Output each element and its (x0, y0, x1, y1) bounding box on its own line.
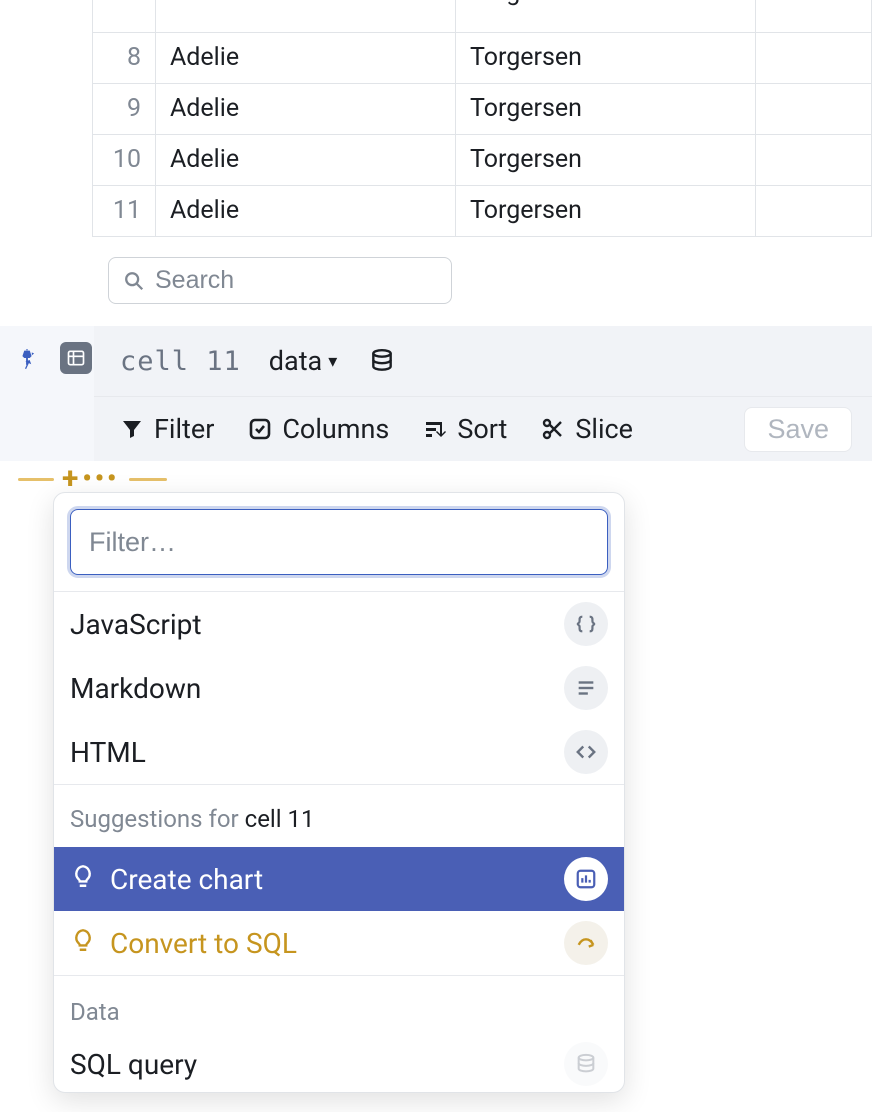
cell-island: Torgersen (456, 185, 756, 236)
table-row[interactable]: 11 Adelie Torgersen (93, 185, 872, 236)
more-icon[interactable]: ••• (82, 466, 119, 492)
table-row[interactable]: 10 Adelie Torgersen (93, 134, 872, 185)
add-cell-menu: JavaScript Markdown HTML Suggestions for… (53, 492, 625, 1093)
data-heading: Data (54, 976, 624, 1036)
cell-header: cell 11 data ▾ (94, 326, 872, 396)
cell-island: Torgersen (456, 134, 756, 185)
row-number: 7 (127, 0, 141, 7)
data-table: 7 Adelie Torgersen 8 Adelie Torgersen 9 … (92, 0, 872, 237)
cell-species: Adelie (170, 0, 239, 7)
row-number: 9 (93, 83, 156, 134)
filter-icon (120, 417, 144, 441)
sort-button[interactable]: Sort (423, 413, 507, 445)
search-icon (123, 270, 145, 292)
cell-species: Adelie (156, 134, 456, 185)
filter-button[interactable]: Filter (120, 413, 214, 445)
text-lines-icon (564, 666, 608, 710)
add-cell-line[interactable]: + ••• (0, 470, 872, 488)
save-button[interactable]: Save (744, 407, 852, 452)
slice-icon (541, 417, 565, 441)
table-cell-icon[interactable] (60, 342, 92, 374)
suggestion-create-chart[interactable]: Create chart (54, 847, 624, 911)
table-search[interactable] (108, 257, 452, 304)
slice-button[interactable]: Slice (541, 413, 633, 445)
columns-button[interactable]: Columns (248, 413, 389, 445)
cell-island: Torgersen (456, 32, 756, 83)
sort-icon (423, 417, 447, 441)
pin-icon[interactable] (16, 347, 38, 369)
data-dropdown-label: data (269, 345, 322, 377)
caret-down-icon: ▾ (328, 351, 337, 372)
gutter (0, 0, 52, 1112)
database-icon (564, 1042, 608, 1086)
cell-island: Torgersen (470, 0, 582, 7)
cell-species: Adelie (156, 32, 456, 83)
menu-item-javascript[interactable]: JavaScript (54, 592, 624, 656)
cell-name: cell 11 (120, 346, 241, 377)
data-dropdown[interactable]: data ▾ (269, 345, 337, 377)
table-row[interactable]: 9 Adelie Torgersen (93, 83, 872, 134)
menu-item-html[interactable]: HTML (54, 720, 624, 784)
table-toolbar: Filter Columns Sort Slice Save (94, 396, 872, 461)
database-button[interactable] (365, 344, 399, 378)
suggestions-heading: Suggestions for cell 11 (54, 785, 624, 847)
code-icon (564, 730, 608, 774)
columns-icon (248, 417, 272, 441)
menu-filter-input[interactable] (70, 509, 608, 575)
convert-arrow-icon (564, 921, 608, 965)
cell-species: Adelie (156, 185, 456, 236)
row-number: 11 (93, 185, 156, 236)
lightbulb-icon (70, 927, 96, 960)
row-number: 10 (93, 134, 156, 185)
cell-island: Torgersen (456, 83, 756, 134)
row-number: 8 (93, 32, 156, 83)
table-row[interactable]: 8 Adelie Torgersen (93, 32, 872, 83)
plus-icon[interactable]: + (62, 464, 78, 494)
suggestion-convert-sql[interactable]: Convert to SQL (54, 911, 624, 975)
menu-item-sql-query[interactable]: SQL query (54, 1036, 624, 1092)
menu-item-markdown[interactable]: Markdown (54, 656, 624, 720)
search-input[interactable] (155, 266, 437, 295)
lightbulb-icon (70, 863, 96, 896)
cell-species: Adelie (156, 83, 456, 134)
chart-icon (564, 857, 608, 901)
braces-icon (564, 602, 608, 646)
table-row[interactable]: 7 Adelie Torgersen (93, 0, 872, 32)
